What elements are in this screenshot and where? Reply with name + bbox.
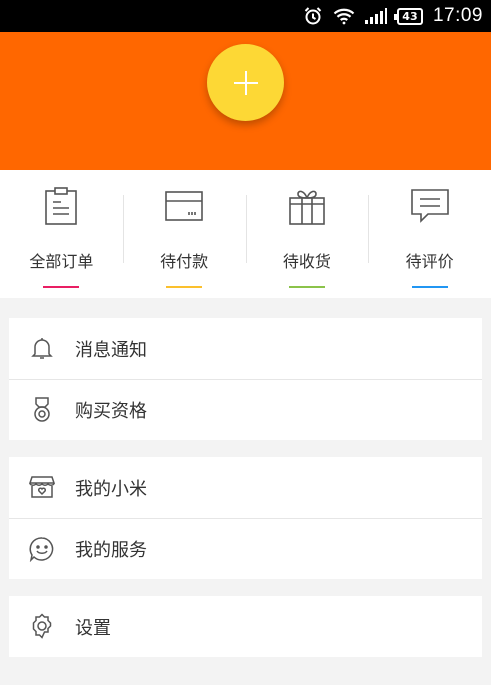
menu-item-label: 我的服务 (75, 540, 147, 561)
menu-group-2: 我的小米 我的服务 (9, 457, 482, 579)
order-accent-line (166, 286, 203, 288)
comment-icon (410, 186, 449, 226)
medal-icon (29, 397, 55, 423)
order-pending-receipt-button[interactable]: 待收货 (245, 170, 369, 298)
menu-item-settings[interactable]: 设置 (9, 596, 482, 657)
store-icon (29, 474, 55, 500)
menu-item-label: 购买资格 (75, 401, 147, 422)
plus-icon (233, 70, 258, 95)
order-accent-line (43, 286, 80, 288)
wifi-icon (333, 7, 355, 25)
order-all-button[interactable]: 全部订单 (0, 170, 123, 298)
orders-bar: 全部订单 待付款 待收货 待评价 (0, 170, 491, 298)
order-accent-line (288, 286, 325, 288)
card-icon (165, 186, 203, 226)
menu-item-purchase-qualification[interactable]: 购买资格 (9, 379, 482, 440)
smile-icon (29, 536, 55, 562)
menu-group-3: 设置 (9, 596, 482, 657)
add-avatar-button[interactable] (207, 44, 284, 121)
clock-time: 17:09 (432, 5, 483, 26)
menu-item-my-mi[interactable]: 我的小米 (9, 457, 482, 518)
battery-icon: 43 (393, 7, 423, 25)
order-label: 待付款 (160, 252, 209, 271)
status-bar: 43 17:09 (0, 0, 491, 32)
order-pending-review-button[interactable]: 待评价 (368, 170, 491, 298)
menu-item-label: 设置 (75, 617, 111, 639)
menu-item-label: 我的小米 (75, 478, 147, 500)
profile-header (0, 32, 491, 170)
menu-item-label: 消息通知 (75, 339, 147, 361)
order-accent-line (411, 286, 448, 288)
settings-icon (29, 613, 55, 639)
order-pending-payment-button[interactable]: 待付款 (122, 170, 246, 298)
alarm-icon (303, 6, 323, 26)
menu-item-notifications[interactable]: 消息通知 (9, 318, 482, 379)
gift-icon (288, 186, 326, 226)
signal-icon (364, 8, 387, 24)
clipboard-icon (44, 186, 78, 226)
order-label: 全部订单 (29, 252, 94, 271)
order-label: 待收货 (282, 252, 331, 271)
order-label: 待评价 (405, 252, 454, 271)
menu-item-my-services[interactable]: 我的服务 (9, 518, 482, 579)
menu-group-1: 消息通知 购买资格 (9, 318, 482, 440)
bell-icon (29, 335, 55, 361)
